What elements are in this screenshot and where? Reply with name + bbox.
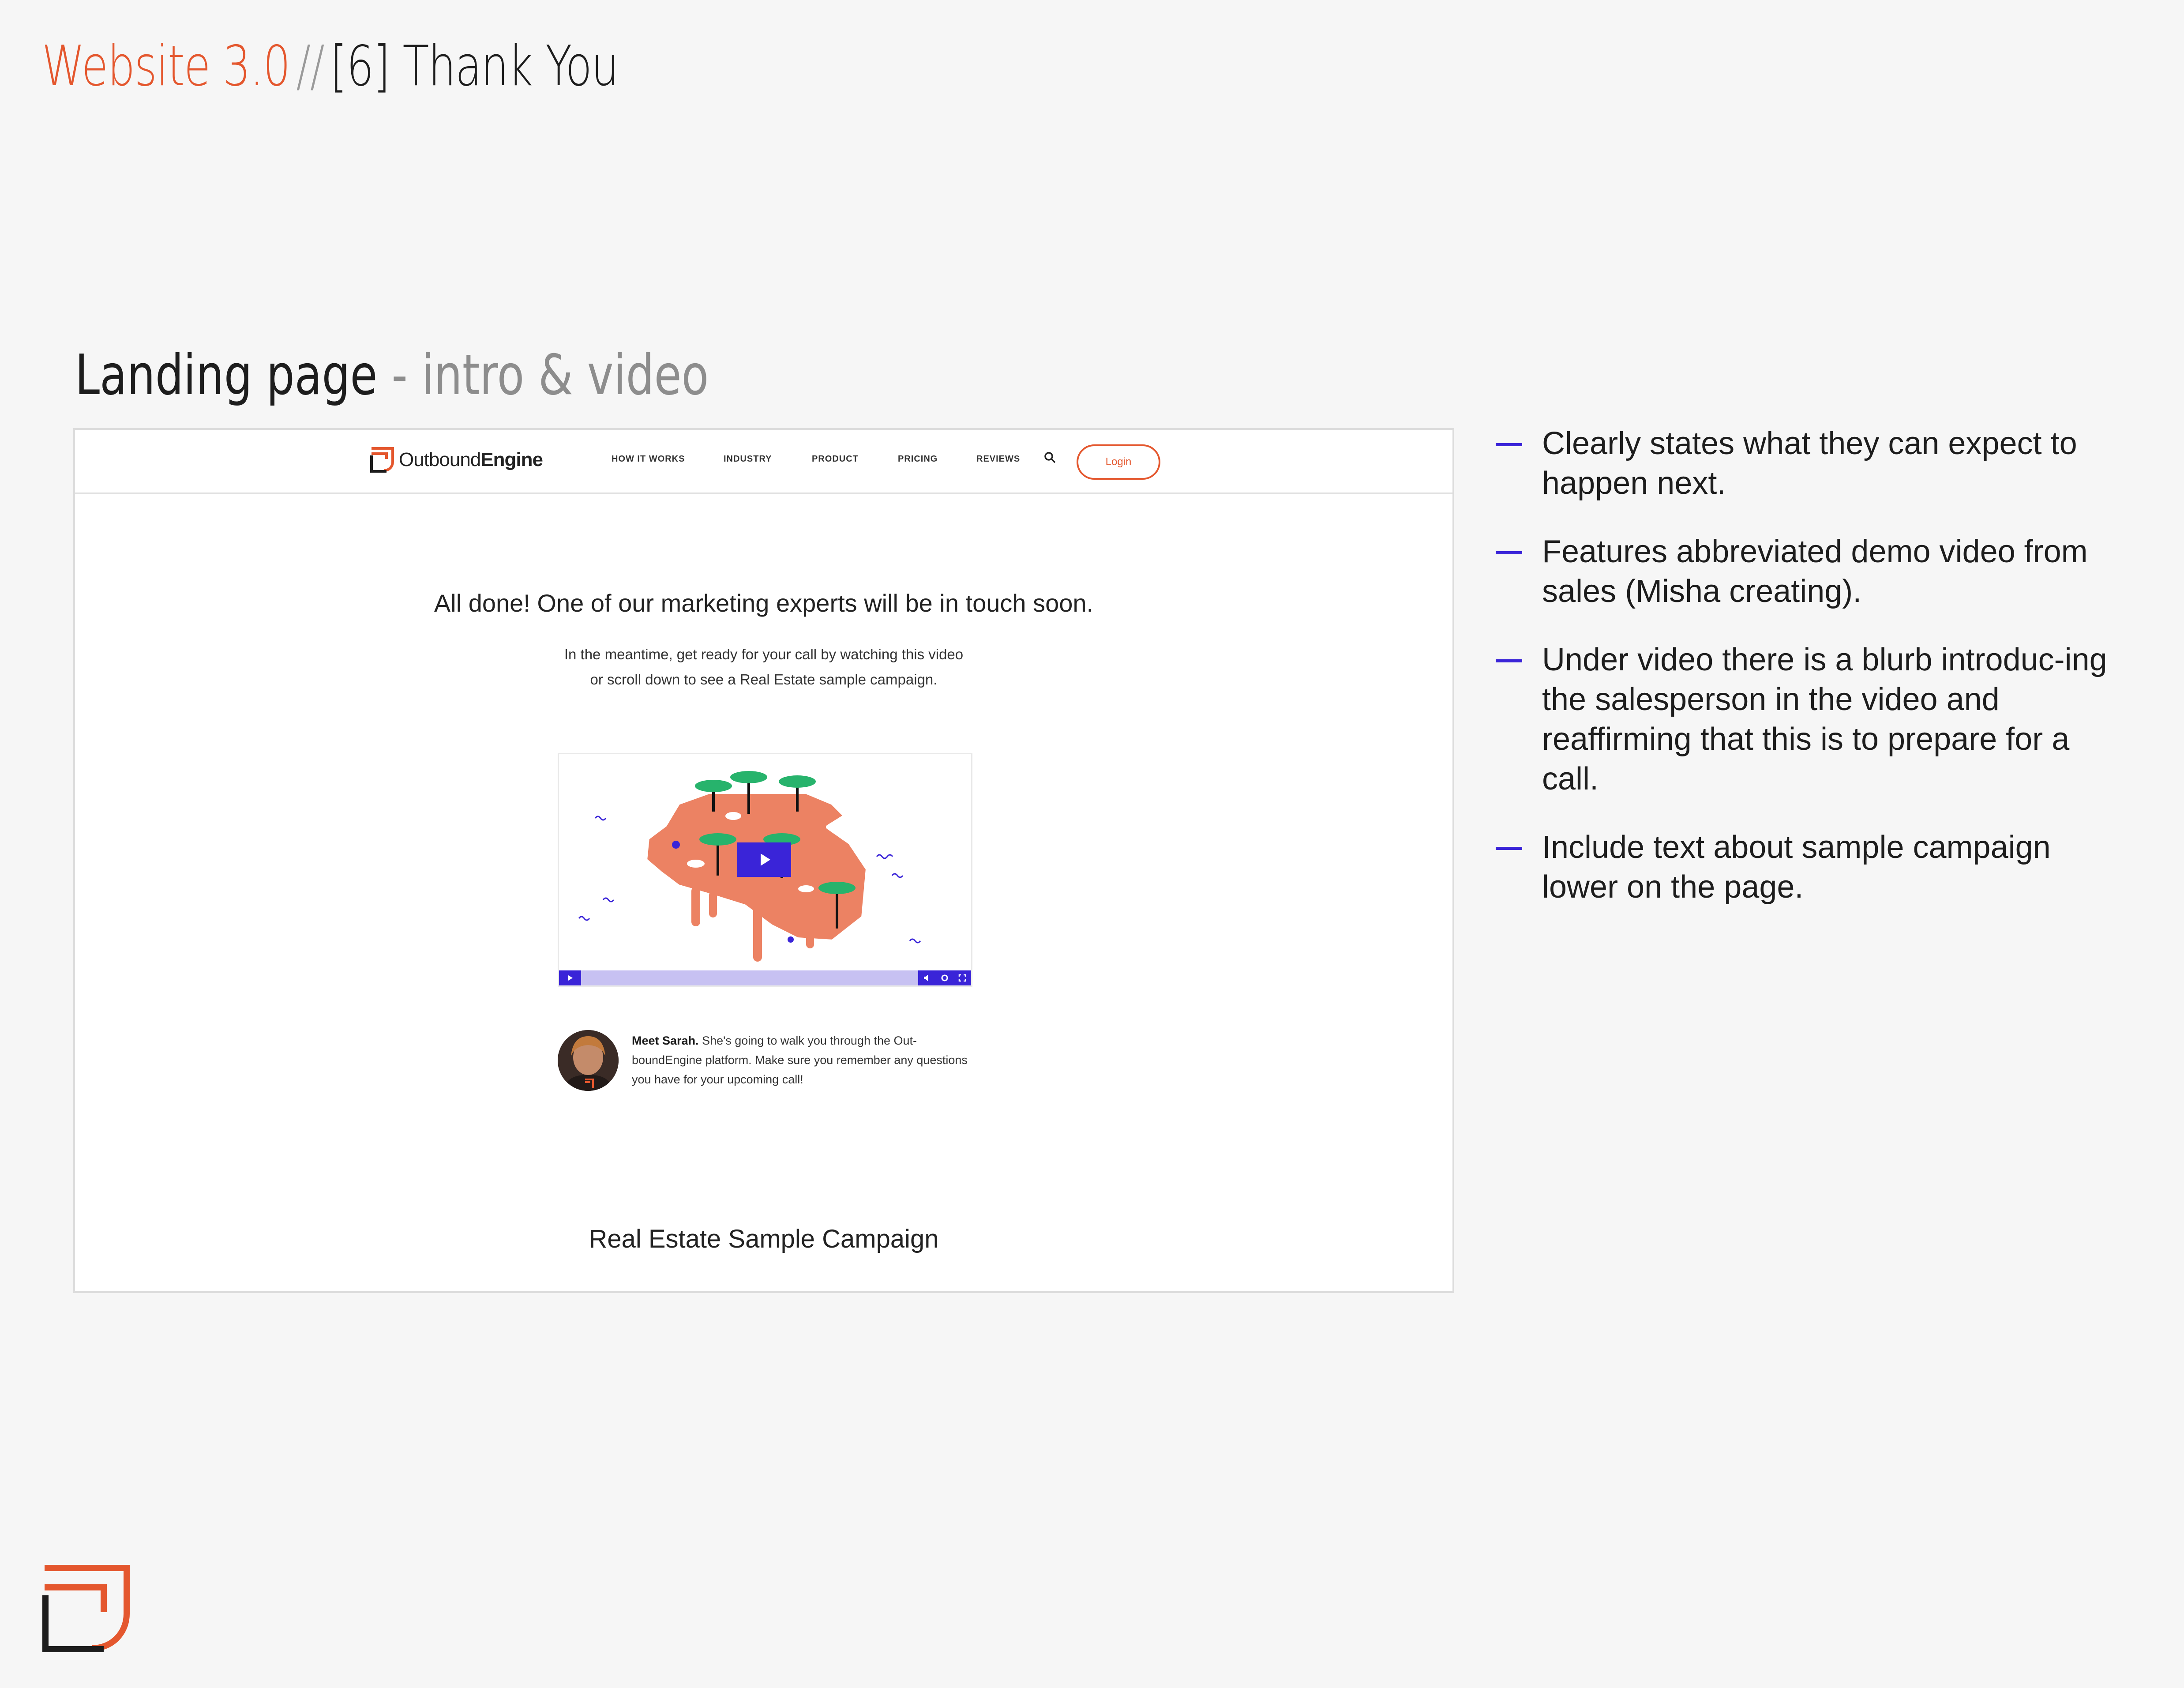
section-title: Landing page - intro & video bbox=[75, 342, 709, 408]
note-text: Include text about sample campaign lower… bbox=[1542, 830, 2051, 905]
presenter-intro: Meet Sarah. She's going to walk you thro… bbox=[558, 1030, 990, 1096]
login-button[interactable]: Login bbox=[1077, 444, 1160, 480]
title-separator: // bbox=[296, 34, 325, 98]
website-mockup: OutboundEngine HOW IT WORKS INDUSTRY PRO… bbox=[73, 428, 1454, 1293]
confirmation-headline: All done! One of our marketing experts w… bbox=[434, 589, 1094, 617]
settings-button[interactable] bbox=[936, 970, 953, 985]
demo-video-player[interactable] bbox=[558, 753, 972, 987]
outboundengine-logo-icon bbox=[42, 1565, 130, 1652]
section-subtitle: - intro & video bbox=[377, 342, 709, 407]
play-icon bbox=[761, 853, 770, 866]
volume-button[interactable] bbox=[918, 970, 936, 985]
play-icon bbox=[568, 975, 573, 981]
sample-campaign-heading: Real Estate Sample Campaign bbox=[589, 1225, 939, 1253]
dash-bullet bbox=[1496, 847, 1522, 850]
brand-logo[interactable]: OutboundEngine bbox=[369, 447, 543, 473]
project-title: Website 3.0 bbox=[42, 34, 291, 98]
page-header: Website 3.0//[6] Thank You bbox=[42, 34, 619, 98]
control-play-button[interactable] bbox=[559, 970, 581, 985]
presenter-name: Meet Sarah. bbox=[632, 1034, 699, 1047]
note-text: Under video there is a blurb introduc-in… bbox=[1542, 642, 2107, 797]
page-name: [6] Thank You bbox=[330, 34, 619, 98]
nav-how-it-works[interactable]: HOW IT WORKS bbox=[612, 454, 685, 464]
confirmation-subtext: In the meantime, get ready for your call… bbox=[75, 642, 1452, 692]
avatar bbox=[558, 1030, 619, 1091]
annotation-notes: Clearly states what they can expect to h… bbox=[1496, 424, 2122, 936]
note-item: Include text about sample campaign lower… bbox=[1496, 827, 2122, 907]
note-item: Features abbreviated demo video from sal… bbox=[1496, 532, 2122, 611]
search-icon[interactable] bbox=[1043, 451, 1057, 464]
fullscreen-button[interactable] bbox=[953, 970, 971, 985]
presenter-blurb: Meet Sarah. She's going to walk you thro… bbox=[632, 1031, 976, 1089]
brand-name-light: Outbound bbox=[399, 449, 481, 470]
volume-icon bbox=[924, 975, 928, 981]
video-controls-right bbox=[918, 970, 971, 985]
dash-bullet bbox=[1496, 659, 1522, 662]
nav-reviews[interactable]: REVIEWS bbox=[976, 454, 1020, 464]
note-text: Clearly states what they can expect to h… bbox=[1542, 426, 2077, 501]
video-control-bar[interactable] bbox=[559, 970, 971, 985]
subtext-line-1: In the meantime, get ready for your call… bbox=[564, 646, 964, 662]
note-text: Features abbreviated demo video from sal… bbox=[1542, 534, 2088, 609]
section-title-main: Landing page bbox=[75, 342, 378, 407]
nav-product[interactable]: PRODUCT bbox=[812, 454, 859, 464]
dash-bullet bbox=[1496, 443, 1522, 446]
note-item: Under video there is a blurb introduc-in… bbox=[1496, 640, 2122, 799]
top-navigation: OutboundEngine HOW IT WORKS INDUSTRY PRO… bbox=[75, 430, 1452, 494]
settings-icon bbox=[941, 974, 948, 981]
dash-bullet bbox=[1496, 551, 1522, 554]
brand-name: OutboundEngine bbox=[399, 449, 543, 471]
nav-pricing[interactable]: PRICING bbox=[898, 454, 938, 464]
fullscreen-icon bbox=[958, 974, 966, 982]
presenter-photo bbox=[558, 1030, 619, 1091]
note-item: Clearly states what they can expect to h… bbox=[1496, 424, 2122, 503]
brand-name-bold: Engine bbox=[480, 449, 543, 470]
outboundengine-logo-icon bbox=[370, 447, 394, 473]
nav-industry[interactable]: INDUSTRY bbox=[724, 454, 772, 464]
video-play-button[interactable] bbox=[737, 842, 791, 877]
subtext-line-2: or scroll down to see a Real Estate samp… bbox=[590, 671, 938, 688]
